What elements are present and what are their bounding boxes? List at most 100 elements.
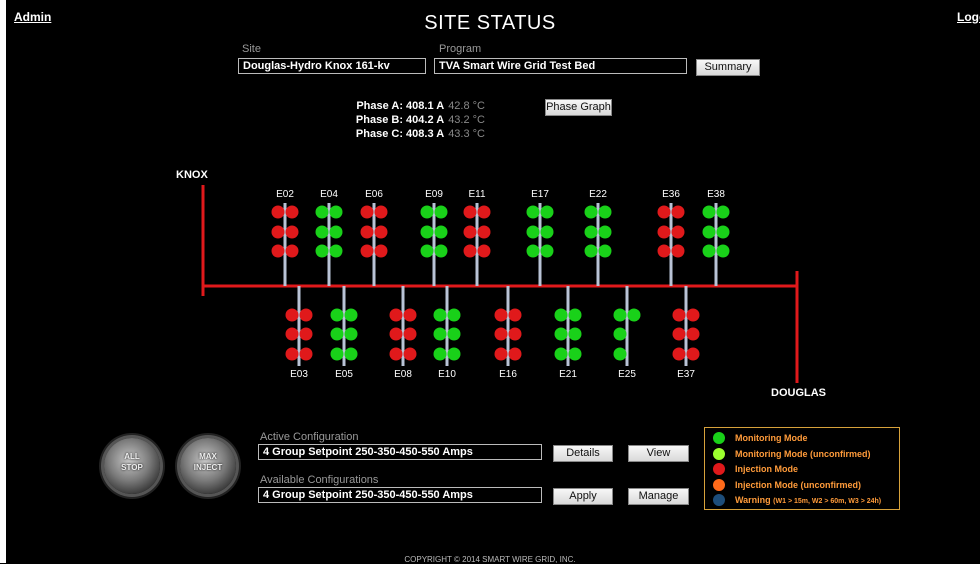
- active-config-field[interactable]: 4 Group Setpoint 250-350-450-550 Amps: [258, 444, 542, 460]
- module-status-dot: [403, 308, 417, 322]
- module-status-dot: [315, 205, 329, 219]
- module-status-dot: [716, 225, 730, 239]
- status-legend: Monitoring Mode Monitoring Mode (unconfi…: [704, 427, 900, 510]
- module-status-dot: [702, 244, 716, 258]
- module-status-dot: [463, 205, 477, 219]
- module-status-dot: [494, 327, 508, 341]
- module-status-dot: [554, 347, 568, 361]
- module-status-dot: [434, 225, 448, 239]
- module-status-dot: [568, 327, 582, 341]
- module-status-dot: [329, 244, 343, 258]
- legend-label: Monitoring Mode (unconfirmed): [735, 448, 871, 459]
- module-status-dot: [447, 347, 461, 361]
- module-status-dot: [433, 347, 447, 361]
- module-status-dot: [657, 244, 671, 258]
- module-status-dot: [584, 244, 598, 258]
- module-status-dot: [584, 225, 598, 239]
- module-status-dot: [420, 205, 434, 219]
- module-status-dot: [672, 327, 686, 341]
- module-status-dot: [671, 205, 685, 219]
- module-status-dot: [477, 225, 491, 239]
- legend-label: Monitoring Mode: [735, 433, 808, 443]
- module-label: E09: [425, 189, 443, 200]
- module-label: E08: [394, 369, 412, 380]
- module-status-dot: [554, 327, 568, 341]
- manage-button[interactable]: Manage: [628, 488, 689, 505]
- module-status-dot: [584, 205, 598, 219]
- apply-button[interactable]: Apply: [553, 488, 613, 505]
- module-status-dot: [613, 347, 627, 361]
- status-dot-icon: [713, 447, 725, 460]
- module-status-dot: [271, 244, 285, 258]
- module-status-dot: [508, 347, 522, 361]
- module-status-dot: [540, 205, 554, 219]
- view-button[interactable]: View: [628, 445, 689, 462]
- module-status-dot: [477, 244, 491, 258]
- module-label: E11: [468, 189, 485, 200]
- module-status-dot: [344, 347, 358, 361]
- module-label: E10: [438, 369, 456, 380]
- module-status-dot: [463, 244, 477, 258]
- module-status-dot: [598, 225, 612, 239]
- module-status-dot: [494, 308, 508, 322]
- module-status-dot: [360, 205, 374, 219]
- module-status-dot: [657, 205, 671, 219]
- module-status-dot: [433, 327, 447, 341]
- module-status-dot: [330, 347, 344, 361]
- module-status-dot: [403, 327, 417, 341]
- module-status-dot: [447, 308, 461, 322]
- module-status-dot: [271, 205, 285, 219]
- module-label: E02: [276, 189, 294, 200]
- legend-label: Injection Mode: [735, 464, 798, 474]
- module-status-dot: [568, 308, 582, 322]
- module-label: E38: [707, 189, 725, 200]
- module-label: E05: [335, 369, 353, 380]
- all-stop-label: ALL STOP: [121, 452, 143, 472]
- module-status-dot: [329, 225, 343, 239]
- module-status-dot: [299, 327, 313, 341]
- legend-note: (W1 > 15m, W2 > 60m, W3 > 24h): [773, 498, 882, 505]
- module-label: E17: [531, 189, 549, 200]
- status-dot-icon: [713, 463, 725, 475]
- module-status-dot: [657, 225, 671, 239]
- module-status-dot: [702, 205, 716, 219]
- module-status-dot: [540, 244, 554, 258]
- module-label: E16: [499, 369, 517, 380]
- module-status-dot: [299, 347, 313, 361]
- module-status-dot: [344, 327, 358, 341]
- module-status-dot: [671, 225, 685, 239]
- available-config-select[interactable]: 4 Group Setpoint 250-350-450-550 Amps: [258, 487, 542, 503]
- module-status-dot: [447, 327, 461, 341]
- max-inject-button[interactable]: MAX INJECT: [180, 438, 236, 494]
- module-status-dot: [360, 244, 374, 258]
- module-label: E06: [365, 189, 383, 200]
- module-status-dot: [672, 347, 686, 361]
- module-status-dot: [344, 308, 358, 322]
- module-status-dot: [285, 347, 299, 361]
- module-status-dot: [420, 244, 434, 258]
- module-status-dot: [508, 308, 522, 322]
- all-stop-button[interactable]: ALL STOP: [104, 438, 160, 494]
- module-status-dot: [374, 244, 388, 258]
- details-button[interactable]: Details: [553, 445, 613, 462]
- max-inject-label: MAX INJECT: [193, 452, 223, 472]
- module-status-dot: [671, 244, 685, 258]
- module-status-dot: [315, 225, 329, 239]
- module-status-dot: [568, 347, 582, 361]
- module-status-dot: [686, 327, 700, 341]
- module-status-dot: [686, 308, 700, 322]
- module-label: E21: [559, 369, 577, 380]
- module-status-dot: [299, 308, 313, 322]
- module-status-dot: [463, 225, 477, 239]
- module-status-dot: [526, 205, 540, 219]
- module-label: E25: [618, 369, 636, 380]
- module-label: E04: [320, 189, 338, 200]
- status-dot-icon: [713, 494, 725, 506]
- module-status-dot: [330, 308, 344, 322]
- module-status-dot: [702, 225, 716, 239]
- module-status-dot: [329, 205, 343, 219]
- module-status-dot: [285, 327, 299, 341]
- module-label: E36: [662, 189, 680, 200]
- module-status-dot: [434, 244, 448, 258]
- module-status-dot: [540, 225, 554, 239]
